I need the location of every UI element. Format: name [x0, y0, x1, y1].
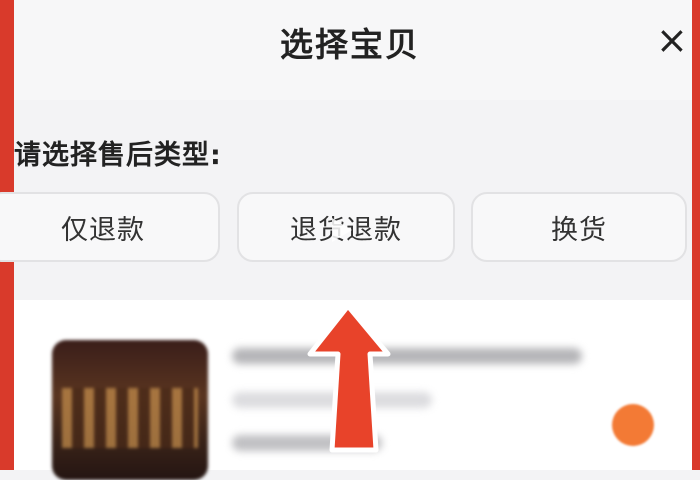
- product-title-blurred: [232, 348, 582, 364]
- refund-only-button[interactable]: 仅退款: [0, 192, 220, 262]
- up-arrow-annotation: [307, 303, 391, 453]
- after-sale-type-label: 请选择售后类型:: [14, 140, 222, 171]
- exchange-label: 换货: [551, 214, 607, 246]
- dialog-title: 选择宝贝: [280, 25, 420, 64]
- product-thumbnail: [52, 340, 208, 480]
- thumbnail-pattern: [62, 388, 198, 448]
- refund-only-label: 仅退款: [61, 214, 145, 246]
- exchange-button[interactable]: 换货: [471, 192, 687, 262]
- red-frame-right: [692, 0, 700, 470]
- select-circle-icon[interactable]: [612, 404, 654, 446]
- close-icon[interactable]: ×: [656, 20, 688, 60]
- play-icon: [332, 218, 352, 242]
